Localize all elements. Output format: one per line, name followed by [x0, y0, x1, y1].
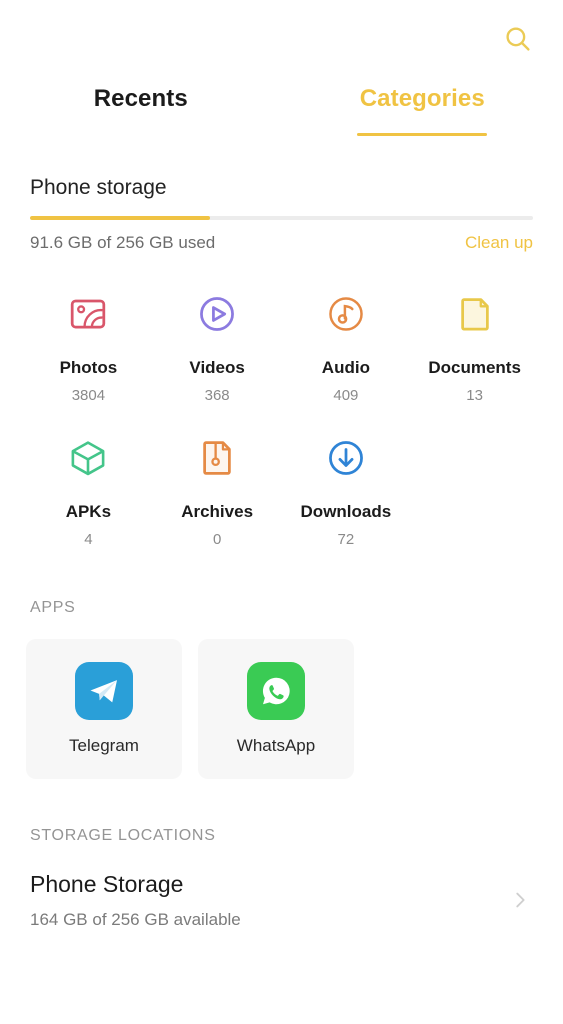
category-count: 72	[337, 531, 355, 548]
search-icon	[506, 27, 530, 51]
category-count: 368	[204, 387, 230, 404]
category-grid: Photos 3804 Videos 368 Audio 409 Documen…	[0, 287, 563, 549]
tab-recents[interactable]: Recents	[0, 78, 282, 150]
tab-recents-label: Recents	[93, 85, 188, 112]
app-tile-whatsapp[interactable]: WhatsApp	[198, 639, 354, 779]
storage-progress-bar	[30, 216, 533, 220]
telegram-icon	[75, 662, 133, 720]
audio-icon	[319, 287, 373, 341]
storage-meta-row: 91.6 GB of 256 GB used Clean up	[30, 233, 533, 253]
downloads-icon	[319, 431, 373, 485]
category-label: Archives	[181, 502, 254, 521]
category-label: APKs	[65, 502, 112, 521]
chevron-right-icon[interactable]	[507, 887, 533, 913]
storage-progress-fill	[30, 216, 211, 220]
category-count: 13	[466, 387, 483, 404]
storage-locations-heading: STORAGE LOCATIONS	[30, 827, 216, 844]
archives-icon	[190, 431, 244, 485]
tab-recents-underline	[76, 133, 206, 136]
file-manager-screen: Recents Categories Phone storage 91.6 GB…	[0, 0, 563, 1024]
category-item-photos[interactable]: Photos 3804	[24, 287, 153, 405]
tab-bar: Recents Categories	[0, 78, 563, 150]
tab-categories-underline	[357, 133, 488, 136]
storage-location-row-phone[interactable]: Phone Storage 164 GB of 256 GB available	[0, 869, 563, 931]
phone-storage-summary: Phone storage 91.6 GB of 256 GB used Cle…	[0, 174, 563, 253]
category-label: Audio	[321, 358, 370, 377]
storage-location-subtitle: 164 GB of 256 GB available	[30, 910, 241, 929]
storage-title: Phone storage	[30, 176, 167, 199]
whatsapp-icon	[247, 662, 305, 720]
category-item-apks[interactable]: APKs 4	[24, 431, 153, 549]
app-name: Telegram	[69, 736, 139, 755]
category-item-videos[interactable]: Videos 368	[153, 287, 282, 405]
category-item-audio[interactable]: Audio 409	[282, 287, 411, 405]
search-button[interactable]	[495, 16, 541, 62]
storage-location-title: Phone Storage	[30, 871, 184, 897]
apps-section-heading: APPS	[30, 599, 76, 616]
category-label: Videos	[189, 358, 245, 377]
category-item-downloads[interactable]: Downloads 72	[282, 431, 411, 549]
category-count: 0	[212, 531, 222, 548]
apks-icon	[61, 431, 115, 485]
top-bar	[0, 0, 563, 78]
photos-icon	[61, 287, 115, 341]
grid-spacer	[410, 431, 539, 549]
tab-categories-label: Categories	[359, 85, 485, 112]
videos-icon	[190, 287, 244, 341]
tab-categories[interactable]: Categories	[282, 78, 563, 150]
app-name: WhatsApp	[236, 736, 316, 755]
storage-used-text: 91.6 GB of 256 GB used	[30, 233, 216, 252]
category-label: Documents	[428, 358, 521, 377]
category-count: 3804	[71, 387, 106, 404]
category-item-documents[interactable]: Documents 13	[410, 287, 539, 405]
category-label: Downloads	[300, 502, 392, 521]
clean-up-link[interactable]: Clean up	[465, 233, 533, 253]
category-label: Photos	[59, 358, 118, 377]
category-item-archives[interactable]: Archives 0	[153, 431, 282, 549]
category-count: 409	[333, 387, 359, 404]
app-tile-telegram[interactable]: Telegram	[26, 639, 182, 779]
documents-icon	[448, 287, 502, 341]
category-count: 4	[84, 531, 93, 548]
apps-row: Telegram WhatsApp	[0, 639, 563, 779]
storage-location-texts: Phone Storage 164 GB of 256 GB available	[30, 869, 507, 931]
